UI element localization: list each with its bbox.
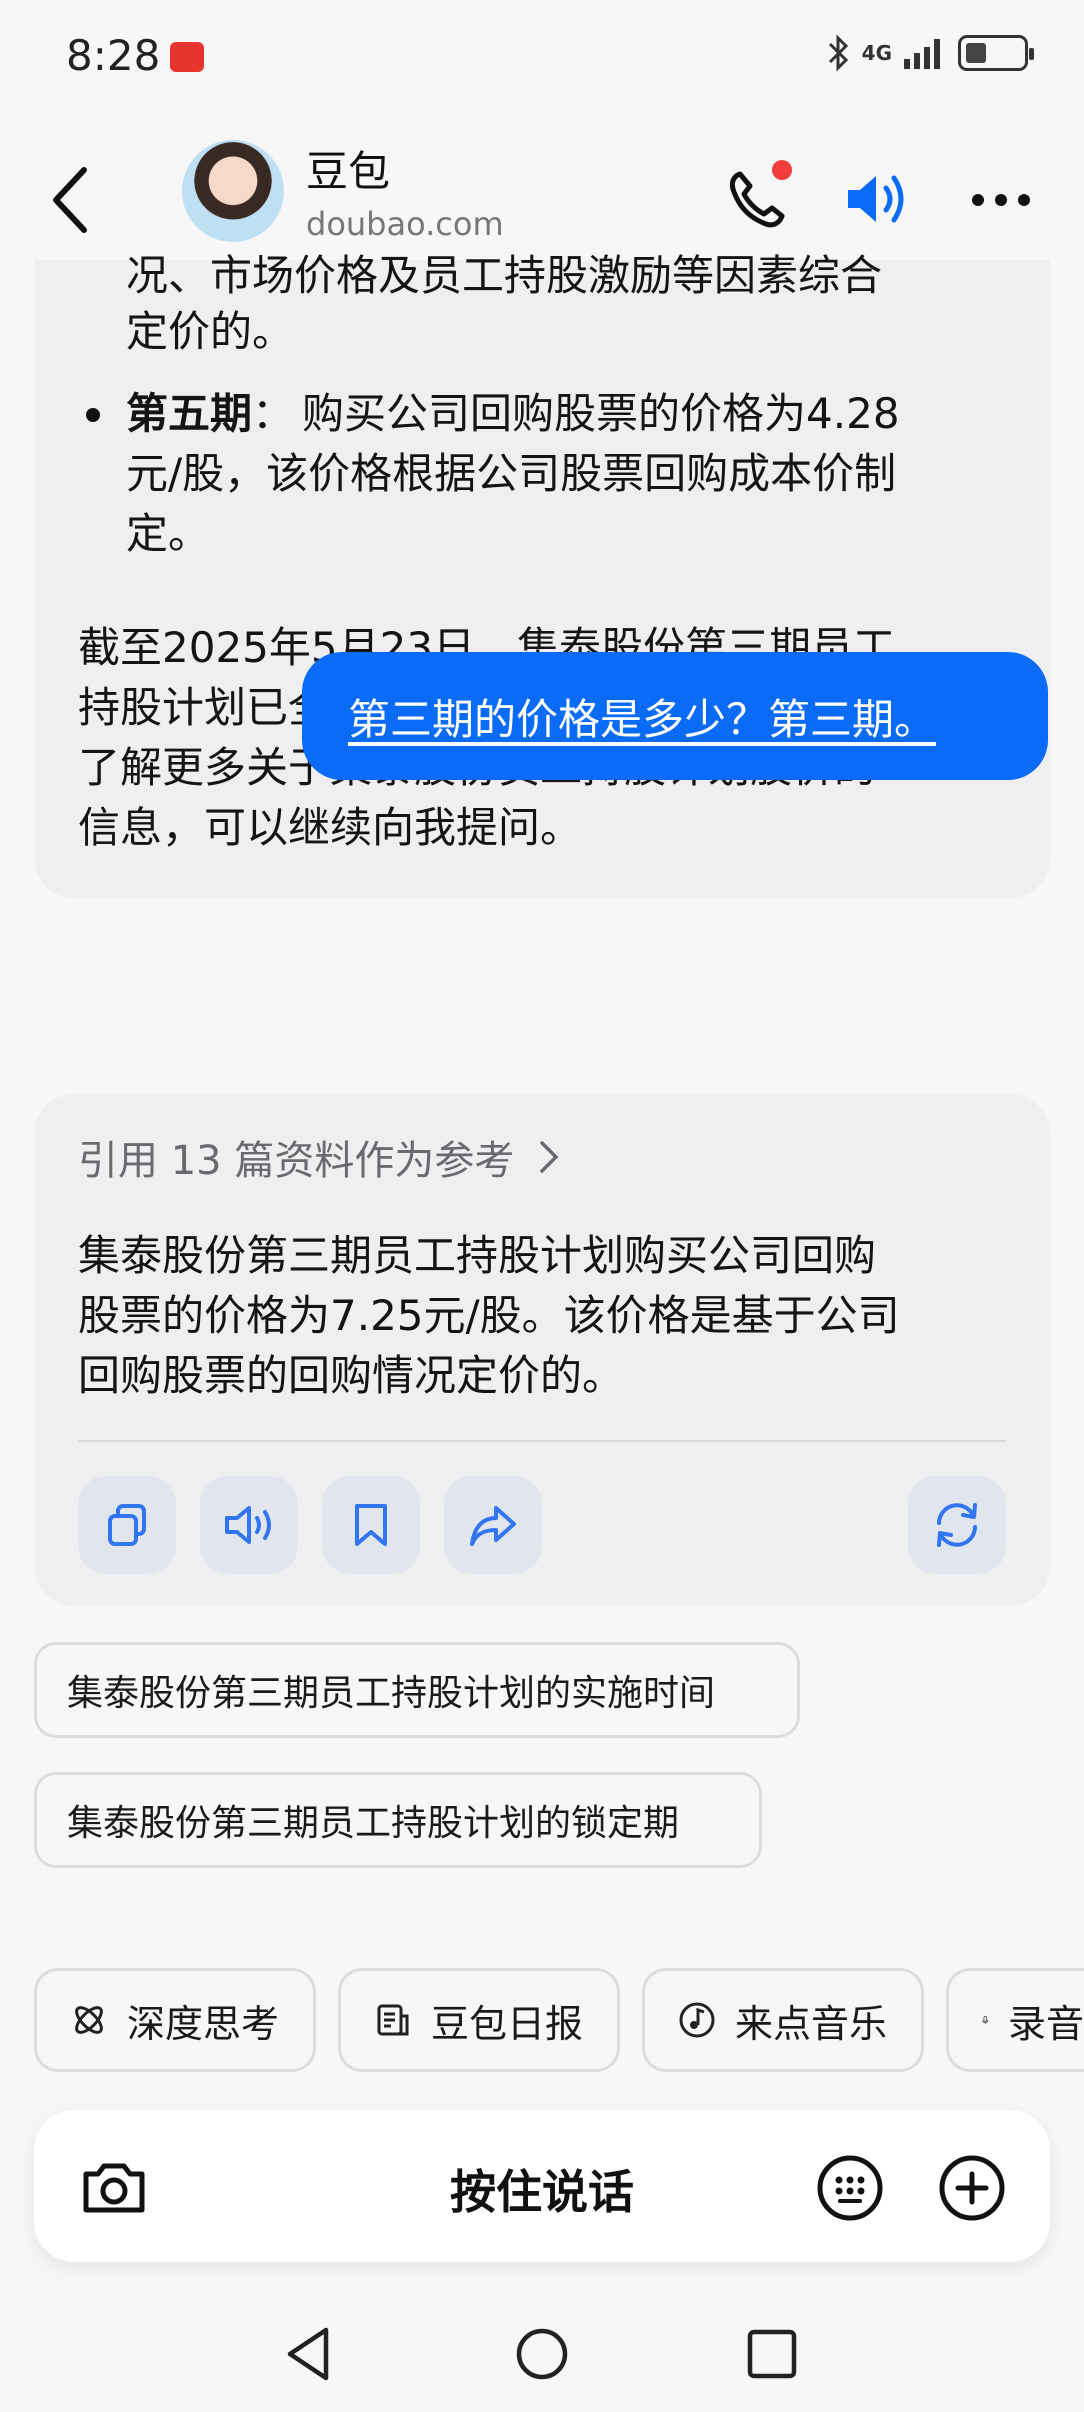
- more-icon[interactable]: [966, 180, 1036, 220]
- fifth-phase-label: 第五期: [126, 389, 253, 438]
- bullet-line-tail: 定价的。: [126, 307, 295, 356]
- bullet-dot: [86, 408, 100, 422]
- atom-icon: [75, 2006, 103, 2034]
- network-label: 4G: [861, 41, 892, 65]
- chip-music[interactable]: 来点音乐: [642, 1968, 924, 2072]
- share-icon: [470, 1506, 516, 1546]
- suggestion-1-text: 集泰股份第三期员工持股计划的实施时间: [67, 1673, 716, 1714]
- signal-icon: [904, 39, 940, 69]
- bluetooth-icon: [828, 34, 848, 72]
- answer-line-2: 股票的价格为7.25元/股。该价格是基于公司: [78, 1291, 900, 1340]
- share-button[interactable]: [444, 1476, 542, 1574]
- speaker-icon[interactable]: [842, 164, 912, 234]
- fifth-phase-line-1: 第五期： 购买公司回购股票的价格为4.28: [126, 384, 900, 444]
- battery-icon: [958, 35, 1034, 71]
- mic-icon: [982, 2016, 989, 2025]
- read-aloud-icon: [225, 1506, 271, 1544]
- plus-icon[interactable]: [934, 2150, 1010, 2226]
- emoji-keyboard-icon[interactable]: [812, 2150, 888, 2226]
- notification-dot: [772, 160, 792, 180]
- nav-home-icon[interactable]: [512, 2324, 572, 2384]
- references-link[interactable]: 引用 13 篇资料作为参考: [78, 1128, 560, 1186]
- system-nav-bar: [0, 2300, 1084, 2412]
- fifth-phase-sep: ：: [252, 389, 295, 438]
- user-message-text: 第三期的价格是多少？第三期。: [348, 694, 937, 744]
- bot-domain: doubao.com: [306, 205, 504, 243]
- clipped-line: 况、市场价格及员工持股激励等因素综合: [126, 251, 883, 300]
- back-icon[interactable]: [44, 160, 100, 240]
- fifth-phase-line-2: 元/股，该价格根据公司股票回购成本价制: [126, 449, 897, 498]
- chip-deep-think[interactable]: 深度思考: [34, 1968, 316, 2072]
- bot-name: 豆包: [306, 147, 391, 196]
- nav-recents-icon[interactable]: [742, 2324, 802, 2384]
- copy-icon: [108, 1504, 146, 1546]
- answer-divider: [78, 1440, 1006, 1442]
- app-notification-icon: [170, 42, 205, 72]
- regenerate-icon: [937, 1503, 977, 1547]
- status-time: 8:28: [66, 30, 161, 80]
- hold-to-talk-button[interactable]: 按住说话: [34, 2156, 1050, 2222]
- suggestion-2[interactable]: 集泰股份第三期员工持股计划的锁定期: [34, 1772, 762, 1868]
- suggestion-2-text: 集泰股份第三期员工持股计划的锁定期: [67, 1803, 680, 1844]
- chat-title: 豆包 doubao.com: [306, 138, 504, 243]
- chip-record[interactable]: 录音: [946, 1968, 1084, 2072]
- copy-button[interactable]: [78, 1476, 176, 1574]
- chip-daily-news-label: 豆包日报: [431, 2001, 584, 2046]
- status-bar: 8:28 4G: [0, 0, 1084, 110]
- user-message[interactable]: 第三期的价格是多少？第三期。: [302, 652, 1048, 780]
- closing-line-4: 信息，可以继续向我提问。: [78, 803, 583, 852]
- news-icon: [377, 2004, 409, 2036]
- nav-back-icon[interactable]: [280, 2324, 340, 2384]
- chip-deep-think-label: 深度思考: [127, 2001, 280, 2046]
- chevron-right-icon: [540, 1141, 559, 1173]
- answer-line-1: 集泰股份第三期员工持股计划购买公司回购: [78, 1231, 877, 1280]
- status-icons: 4G: [826, 34, 1034, 72]
- references-text: 引用 13 篇资料作为参考: [78, 1138, 515, 1184]
- read-aloud-button[interactable]: [200, 1476, 298, 1574]
- bookmark-icon: [355, 1504, 387, 1546]
- regenerate-button[interactable]: [908, 1476, 1006, 1574]
- chip-music-label: 来点音乐: [735, 2001, 888, 2046]
- bookmark-button[interactable]: [322, 1476, 420, 1574]
- suggestion-1[interactable]: 集泰股份第三期员工持股计划的实施时间: [34, 1642, 800, 1738]
- fifth-phase-line-3: 定。: [126, 509, 211, 558]
- music-icon: [679, 2002, 715, 2038]
- fifth-phase-text-1: 购买公司回购股票的价格为4.28: [302, 389, 900, 438]
- chip-record-label: 录音: [1007, 2001, 1084, 2046]
- avatar[interactable]: [182, 140, 284, 242]
- input-bar: 按住说话: [34, 2110, 1050, 2262]
- answer-line-3: 回购股票的回购情况定价的。: [78, 1351, 625, 1400]
- chip-daily-news[interactable]: 豆包日报: [338, 1968, 620, 2072]
